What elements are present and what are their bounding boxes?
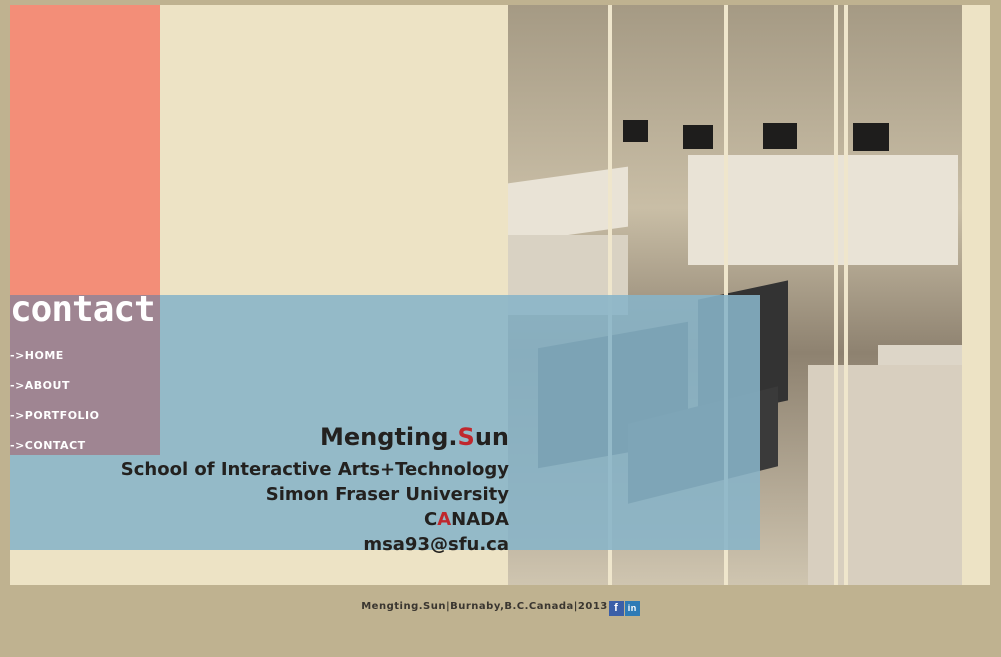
author-name: Mengting.Sun xyxy=(320,423,509,451)
footer: Mengting.Sun|Burnaby,B.C.Canada|2013 f in xyxy=(0,601,1001,616)
salmon-block xyxy=(10,5,160,295)
photo-desk xyxy=(808,365,962,585)
country-line: CANADA xyxy=(424,509,509,530)
photo-monitor xyxy=(763,123,797,149)
name-initial: S xyxy=(457,423,475,451)
photo-desk xyxy=(688,155,958,265)
country-initial: A xyxy=(437,509,452,530)
nav-portfolio-link[interactable]: ->PORTFOLIO xyxy=(10,409,100,422)
photo-monitor xyxy=(853,123,889,151)
university-line: Simon Fraser University xyxy=(265,484,509,505)
name-first: Mengting. xyxy=(320,423,458,451)
linkedin-icon[interactable]: in xyxy=(624,601,640,616)
country-rest: NADA xyxy=(451,509,509,530)
country-first: C xyxy=(423,509,438,530)
facebook-icon[interactable]: f xyxy=(608,601,624,616)
name-rest: un xyxy=(474,423,509,451)
email-link[interactable]: msa93@sfu.ca xyxy=(363,534,509,555)
nav-contact-link[interactable]: ->CONTACT xyxy=(10,439,86,452)
footer-text: Mengting.Sun|Burnaby,B.C.Canada|2013 xyxy=(361,601,608,612)
page-title: contact xyxy=(10,289,156,330)
nav-about-link[interactable]: ->ABOUT xyxy=(10,379,70,392)
nav-home-link[interactable]: ->HOME xyxy=(10,349,64,362)
photo-strip xyxy=(834,5,848,585)
page-panel: contact ->HOME ->ABOUT ->PORTFOLIO ->CON… xyxy=(10,5,990,585)
school-line: School of Interactive Arts+Technology xyxy=(120,459,509,480)
